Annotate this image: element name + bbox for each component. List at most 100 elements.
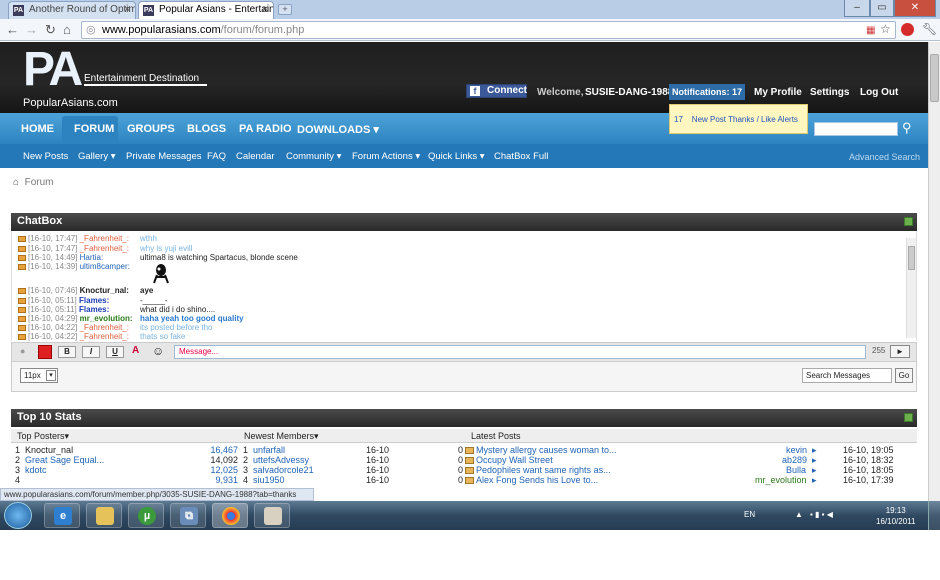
nav-home[interactable]: HOME <box>21 123 54 135</box>
taskbar-utorrent[interactable]: µ <box>128 503 164 528</box>
smiley-icon[interactable]: ☺ <box>152 344 164 358</box>
collapse-icon[interactable] <box>904 217 913 226</box>
chat-edit-icon[interactable] <box>18 254 26 261</box>
settings-link[interactable]: Settings <box>810 87 849 98</box>
latest-post[interactable]: Occupy Wall Street <box>465 455 553 465</box>
go-arrow-icon[interactable]: ▸ <box>812 475 817 485</box>
subnav-community[interactable]: Community ▾ <box>286 151 341 162</box>
collapse-icon[interactable] <box>904 413 913 422</box>
notif-count[interactable]: 17 <box>674 115 683 124</box>
font-color-icon[interactable]: A <box>132 345 139 356</box>
poster-name[interactable]: Great Sage Equal... <box>25 455 104 465</box>
chat-edit-icon[interactable] <box>18 287 26 294</box>
member-name[interactable]: uttefsAdvessy <box>253 455 309 465</box>
taskbar-ie[interactable]: e <box>44 503 80 528</box>
post-count[interactable]: 9,931 <box>206 475 238 485</box>
latest-post[interactable]: Pedophiles want same rights as... <box>465 465 611 475</box>
home-icon[interactable]: ⌂ <box>63 22 71 37</box>
subnav-gallery[interactable]: Gallery ▾ <box>78 151 116 162</box>
tray-icons[interactable]: ▪ ▮ ▪ ◀ <box>810 510 833 519</box>
start-button[interactable] <box>4 502 32 529</box>
forward-arrow-icon[interactable]: → <box>25 22 38 37</box>
page-scrollbar[interactable] <box>928 42 940 501</box>
post-user[interactable]: ab289 <box>782 455 807 465</box>
nav-downloads[interactable]: DOWNLOADS ▾ <box>297 123 379 136</box>
search-input[interactable] <box>814 122 898 136</box>
go-arrow-icon[interactable]: ▸ <box>812 455 817 465</box>
chat-scrollbar[interactable] <box>906 238 916 338</box>
close-tab-icon[interactable]: ✕ <box>261 4 269 15</box>
nav-pa-radio[interactable]: PA RADIO <box>239 123 292 135</box>
show-hidden-icons[interactable]: ▲ <box>795 510 803 519</box>
chat-edit-icon[interactable] <box>18 263 26 270</box>
latest-post[interactable]: Mystery allergy causes woman to... <box>465 445 617 455</box>
search-messages-input[interactable]: Search Messages <box>802 368 892 383</box>
poster-name[interactable]: kdotc <box>25 465 47 475</box>
member-name[interactable]: salvadorcole21 <box>253 465 314 475</box>
notifications-button[interactable]: Notifications: 17 ▾ <box>669 84 745 113</box>
poster-name[interactable]: Knoctur_nal <box>25 445 73 455</box>
bookmark-star-icon[interactable]: ☆ <box>880 22 891 37</box>
extension-icon[interactable]: ▦ <box>866 23 875 38</box>
home-icon[interactable]: ⌂ <box>13 177 19 188</box>
subnav-quick-links[interactable]: Quick Links ▾ <box>428 151 485 162</box>
close-window-button[interactable]: ✕ <box>894 0 936 17</box>
close-tab-icon[interactable]: ✕ <box>123 4 131 15</box>
post-count[interactable]: 12,025 <box>206 465 238 475</box>
facebook-connect-button[interactable]: f Connect <box>466 84 527 98</box>
chat-edit-icon[interactable] <box>18 245 26 252</box>
message-input[interactable]: Message... <box>174 345 866 359</box>
subnav-faq[interactable]: FAQ <box>207 151 226 162</box>
italic-button[interactable]: I <box>82 346 100 358</box>
taskbar-paint[interactable] <box>254 503 290 528</box>
post-user[interactable]: kevin <box>786 445 807 455</box>
taskbar-chrome[interactable] <box>212 503 248 528</box>
adblock-icon[interactable] <box>901 23 914 36</box>
chat-edit-icon[interactable] <box>18 333 26 340</box>
username-link[interactable]: SUSIE-DANG-1988 <box>585 87 673 98</box>
subnav-calendar[interactable]: Calendar <box>236 151 275 162</box>
go-button[interactable]: Go <box>895 368 913 383</box>
advanced-search-link[interactable]: Advanced Search <box>849 152 920 162</box>
minimize-button[interactable]: – <box>844 0 870 17</box>
browser-tab-2[interactable]: PA Popular Asians - Entertainm ✕ <box>138 1 274 19</box>
col-newest-members[interactable]: Newest Members▾ <box>244 431 319 442</box>
post-count[interactable]: 14,092 <box>206 455 238 465</box>
subnav-new-posts[interactable]: New Posts <box>23 151 68 162</box>
post-count[interactable]: 16,467 <box>206 445 238 455</box>
subnav-chatbox-full[interactable]: ChatBox Full <box>494 151 548 162</box>
my-profile-link[interactable]: My Profile <box>754 87 802 98</box>
site-logo[interactable]: PA <box>23 46 83 94</box>
back-arrow-icon[interactable]: ← <box>6 22 19 37</box>
post-user[interactable]: mr_evolution <box>755 475 807 485</box>
post-user[interactable]: Bulla <box>786 465 806 475</box>
clock[interactable]: 19:13 16/10/2011 <box>876 505 915 527</box>
nav-forum[interactable]: FORUM <box>74 123 114 135</box>
url-bar[interactable]: ◎ www.popularasians.com/forum/forum.php <box>81 21 896 39</box>
chat-edit-icon[interactable] <box>18 235 26 242</box>
browser-tab-1[interactable]: PA Another Round of Optimiz ✕ <box>8 1 136 19</box>
notif-item[interactable]: New Post Thanks / Like Alerts <box>692 115 798 124</box>
font-size-select[interactable]: 11px ▾ <box>20 368 58 383</box>
send-button[interactable]: ► <box>890 345 910 358</box>
maximize-button[interactable]: ▭ <box>870 0 894 17</box>
scroll-thumb[interactable] <box>930 54 939 102</box>
show-desktop-button[interactable] <box>928 501 940 530</box>
nav-groups[interactable]: GROUPS <box>127 123 175 135</box>
reload-icon[interactable]: ↻ <box>45 22 56 37</box>
member-name[interactable]: siu1950 <box>253 475 285 485</box>
taskbar-explorer[interactable] <box>86 503 122 528</box>
chat-edit-icon[interactable] <box>18 297 26 304</box>
chat-edit-icon[interactable] <box>18 324 26 331</box>
nav-blogs[interactable]: BLOGS <box>187 123 226 135</box>
wrench-icon[interactable]: 🔧︎ <box>922 22 937 37</box>
taskbar-network[interactable]: ⧉ <box>170 503 206 528</box>
subnav-private-messages[interactable]: Private Messages <box>126 151 202 162</box>
subnav-forum-actions[interactable]: Forum Actions ▾ <box>352 151 420 162</box>
chat-edit-icon[interactable] <box>18 315 26 322</box>
scroll-thumb[interactable] <box>908 246 915 270</box>
logout-link[interactable]: Log Out <box>860 87 898 98</box>
breadcrumb-forum[interactable]: Forum <box>25 177 54 188</box>
bold-button[interactable]: B <box>58 346 76 358</box>
chat-edit-icon[interactable] <box>18 306 26 313</box>
